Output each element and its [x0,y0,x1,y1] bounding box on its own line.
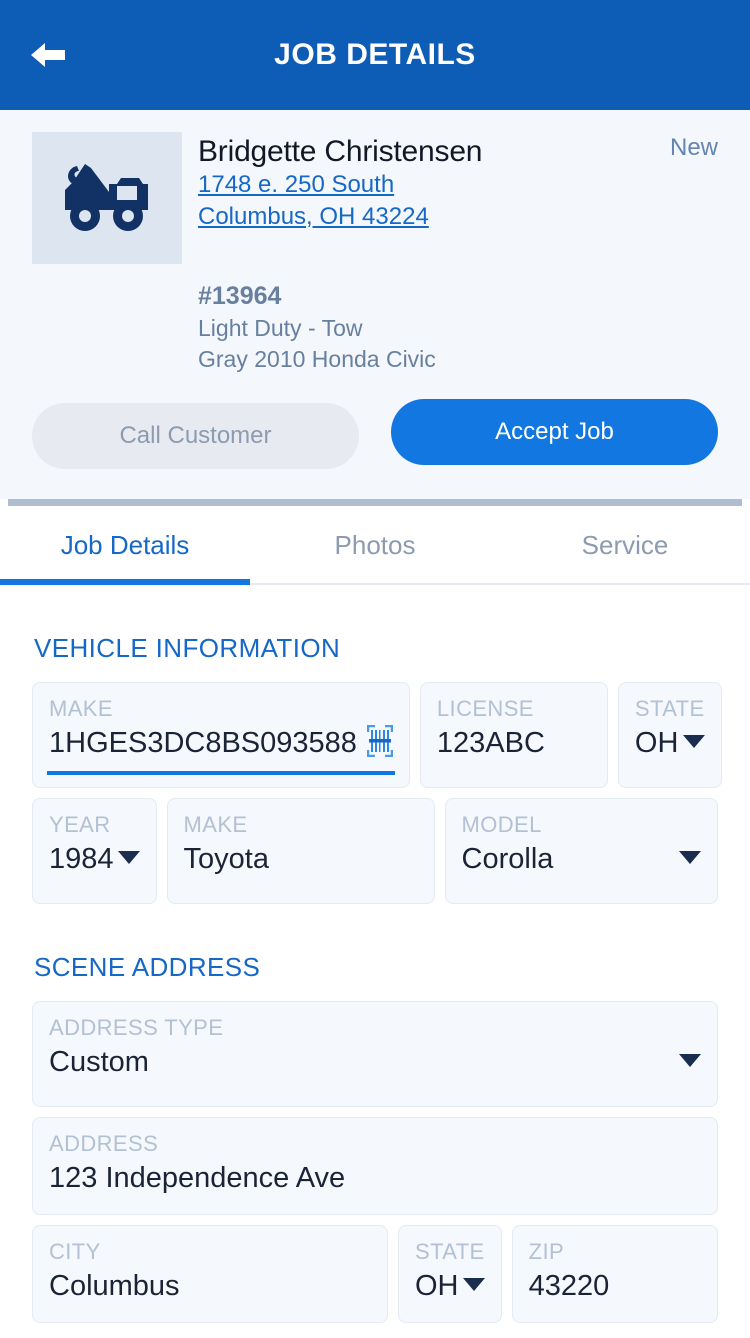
section-title-scene-address: SCENE ADDRESS [34,952,261,983]
accept-job-button[interactable]: Accept Job [391,399,718,466]
year-field-value: 1984 [49,843,114,876]
scene-city-value: Columbus [49,1270,180,1303]
scene-address-type-label: ADDRESS TYPE [49,1015,224,1041]
scene-city-state-zip-row: CITY Columbus STATE OH ZIP 43220 [32,1225,718,1324]
vin-field-label: MAKE [49,696,113,722]
license-field-label: LICENSE [436,696,534,722]
card-divider [8,499,742,507]
tab-bar: Job Details Photos Service [0,506,750,586]
job-details-screen: JOB DETAILS New Bridgette Christensen 17… [0,0,750,1338]
customer-address-line2[interactable]: Columbus, OH 43224 [198,201,429,233]
job-thumbnail [32,132,182,264]
year-field-label: YEAR [49,812,111,838]
vehicle-state-field[interactable]: STATE OH [617,682,722,789]
job-summary-card: New Bridgette Christensen 1748 e. 250 So… [0,110,750,376]
scene-state-field[interactable]: STATE OH [398,1225,502,1324]
tow-truck-icon [65,164,148,231]
make-field[interactable]: MAKE Toyota [166,798,435,905]
scene-zip-value: 43220 [528,1270,610,1303]
scene-city-label: CITY [49,1239,101,1265]
scene-state-label: STATE [415,1239,485,1265]
scene-address-value: 123 Independence Ave [49,1162,346,1195]
model-field[interactable]: MODEL Corolla [444,798,718,905]
vin-field-value: 1HGES3DC8BS093588 [49,727,357,760]
tab-photos[interactable]: Photos [250,506,500,583]
status-badge: New [669,134,718,161]
scene-address-type-value: Custom [49,1046,149,1079]
tab-service[interactable]: Service [500,506,750,583]
scene-zip-label: ZIP [528,1239,565,1265]
job-number: #13964 [198,282,282,310]
call-customer-button[interactable]: Call Customer [32,403,359,470]
chevron-down-icon[interactable] [679,850,701,864]
scene-address-type-row: ADDRESS TYPE Custom [32,1001,718,1108]
barcode-scan-icon[interactable] [366,725,393,758]
chevron-down-icon[interactable] [462,1277,485,1291]
vehicle-state-value: OH [634,727,679,760]
app-header: JOB DETAILS [0,0,750,110]
card-action-bar: Call Customer Accept Job [0,375,750,500]
customer-address-line1[interactable]: 1748 e. 250 South [198,169,394,201]
customer-name: Bridgette Christensen [198,135,483,168]
chevron-down-icon[interactable] [682,734,705,748]
scene-address-label: ADDRESS [49,1131,159,1157]
make-field-value: Toyota [183,843,269,876]
scene-city-field[interactable]: CITY Columbus [32,1225,388,1324]
make-field-label: MAKE [183,812,248,838]
scene-address-field[interactable]: ADDRESS 123 Independence Ave [32,1117,718,1216]
license-field-value: 123ABC [436,727,545,760]
job-details-form: VEHICLE INFORMATION MAKE 1HGES3DC8BS0935… [0,633,750,1338]
vehicle-summary: Gray 2010 Honda Civic [198,346,436,373]
chevron-down-icon[interactable] [679,1053,701,1067]
vin-field-focus-underline [47,771,395,776]
model-field-value: Corolla [461,843,554,876]
page-title: JOB DETAILS [274,38,476,71]
scene-address-row: ADDRESS 123 Independence Ave [32,1117,718,1216]
year-field[interactable]: YEAR 1984 [32,798,157,905]
scene-address-type-field[interactable]: ADDRESS TYPE Custom [32,1001,718,1108]
vin-field[interactable]: MAKE 1HGES3DC8BS093588 [32,682,410,789]
vehicle-state-label: STATE [634,696,705,722]
tab-job-details[interactable]: Job Details [0,506,250,586]
chevron-down-icon[interactable] [117,850,140,864]
vehicle-row-1: MAKE 1HGES3DC8BS093588 LICENSE 123ABC ST… [32,682,722,789]
job-meta: #13964 Light Duty - Tow Gray 2010 Honda … [32,280,718,375]
section-title-vehicle: VEHICLE INFORMATION [34,633,341,664]
scene-state-value: OH [415,1270,459,1303]
service-type: Light Duty - Tow [198,315,363,341]
scene-zip-field[interactable]: ZIP 43220 [511,1225,718,1324]
license-field[interactable]: LICENSE 123ABC [419,682,608,789]
vehicle-row-2: YEAR 1984 MAKE Toyota MODEL Corolla [32,798,718,905]
model-field-label: MODEL [461,812,542,838]
